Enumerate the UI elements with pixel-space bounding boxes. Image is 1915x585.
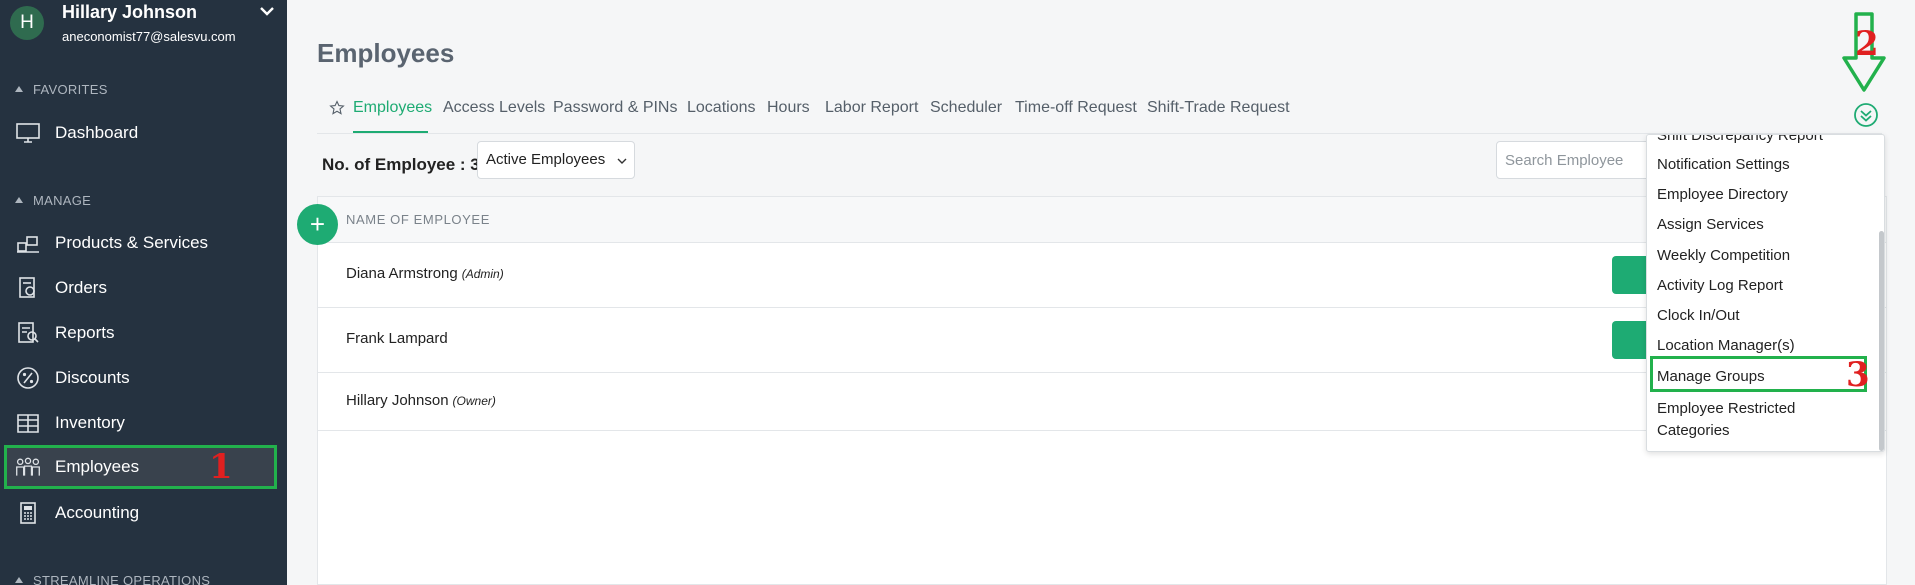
- tab-access-levels[interactable]: Access Levels: [443, 99, 545, 117]
- menu-item-activity-log-report[interactable]: Activity Log Report: [1657, 277, 1783, 294]
- user-name: Hillary Johnson: [62, 2, 198, 22]
- calculator-icon: [20, 502, 36, 524]
- user-menu[interactable]: H Hillary Johnson aneconomist77@salesvu.…: [0, 0, 287, 52]
- column-header-name: NAME OF EMPLOYEE: [346, 212, 490, 227]
- annotation-step-2: 2: [1855, 24, 1879, 64]
- chevron-down-icon[interactable]: [258, 2, 276, 20]
- sidebar-item-inventory[interactable]: Inventory: [4, 401, 277, 445]
- sidebar-item-products[interactable]: Products & Services: [4, 221, 277, 265]
- sidebar-item-reports[interactable]: Reports: [4, 311, 277, 355]
- tab-time-off-request[interactable]: Time-off Request: [1015, 99, 1137, 117]
- collapse-caret-icon: [15, 86, 23, 92]
- employee-name: Diana Armstrong (Admin): [346, 265, 504, 282]
- sidebar-item-dashboard[interactable]: Dashboard: [4, 111, 277, 155]
- menu-item-clock-in-out[interactable]: Clock In/Out: [1657, 307, 1740, 324]
- sidebar-item-accounting[interactable]: Accounting: [4, 491, 277, 535]
- tab-hours[interactable]: Hours: [767, 99, 810, 117]
- more-tabs-dropdown: Shift Discrepancy Report Notification Se…: [1646, 134, 1885, 452]
- employee-name: Frank Lampard: [346, 330, 448, 347]
- menu-item-weekly-competition[interactable]: Weekly Competition: [1657, 247, 1790, 264]
- sidebar-item-orders[interactable]: Orders: [4, 266, 277, 310]
- tab-employees[interactable]: Employees: [353, 99, 432, 117]
- employee-status-select[interactable]: Active Employees: [477, 141, 635, 179]
- menu-item-assign-services[interactable]: Assign Services: [1657, 216, 1764, 233]
- user-email: aneconomist77@salesvu.com: [62, 29, 236, 44]
- employees-icon: [16, 457, 40, 476]
- annotation-step-3: 3: [1846, 355, 1870, 395]
- dropdown-scrollbar[interactable]: [1879, 231, 1884, 451]
- tab-scheduler[interactable]: Scheduler: [930, 99, 1002, 117]
- add-employee-button[interactable]: +: [297, 204, 338, 245]
- annotation-step-1: 1: [209, 447, 233, 487]
- employee-name: Hillary Johnson (Owner): [346, 392, 496, 409]
- sidebar-item-discounts[interactable]: Discounts: [4, 356, 277, 400]
- page-title: Employees: [317, 38, 455, 68]
- annotation-highlight-manage-groups: [1650, 356, 1867, 392]
- employee-count: No. of Employee : 3: [322, 155, 480, 174]
- inventory-icon: [17, 414, 39, 433]
- collapse-caret-icon: [15, 577, 23, 583]
- tab-shift-trade-request[interactable]: Shift-Trade Request: [1147, 99, 1290, 117]
- sidebar: H Hillary Johnson aneconomist77@salesvu.…: [0, 0, 287, 585]
- menu-item-employee-directory[interactable]: Employee Directory: [1657, 186, 1788, 203]
- products-icon: [17, 236, 39, 253]
- tab-locations[interactable]: Locations: [687, 99, 756, 117]
- menu-item-employee-restricted-categories[interactable]: Employee Restricted Categories: [1657, 398, 1837, 442]
- chevron-down-icon: [617, 158, 627, 164]
- tab-labor-report[interactable]: Labor Report: [825, 99, 918, 117]
- star-icon[interactable]: [329, 100, 345, 116]
- collapse-caret-icon: [15, 197, 23, 203]
- menu-item-notification-settings[interactable]: Notification Settings: [1657, 156, 1790, 173]
- menu-item-shift-discrepancy-report[interactable]: Shift Discrepancy Report: [1657, 135, 1823, 144]
- avatar: H: [10, 6, 44, 40]
- orders-icon: [19, 277, 35, 298]
- expand-more-tabs-icon[interactable]: [1853, 102, 1879, 128]
- sidebar-item-employees[interactable]: Employees: [4, 445, 277, 489]
- monitor-icon: [16, 123, 40, 143]
- percent-icon: [17, 367, 39, 389]
- menu-item-location-managers[interactable]: Location Manager(s): [1657, 337, 1795, 354]
- reports-icon: [18, 322, 39, 343]
- tab-password-pins[interactable]: Password & PINs: [553, 99, 677, 117]
